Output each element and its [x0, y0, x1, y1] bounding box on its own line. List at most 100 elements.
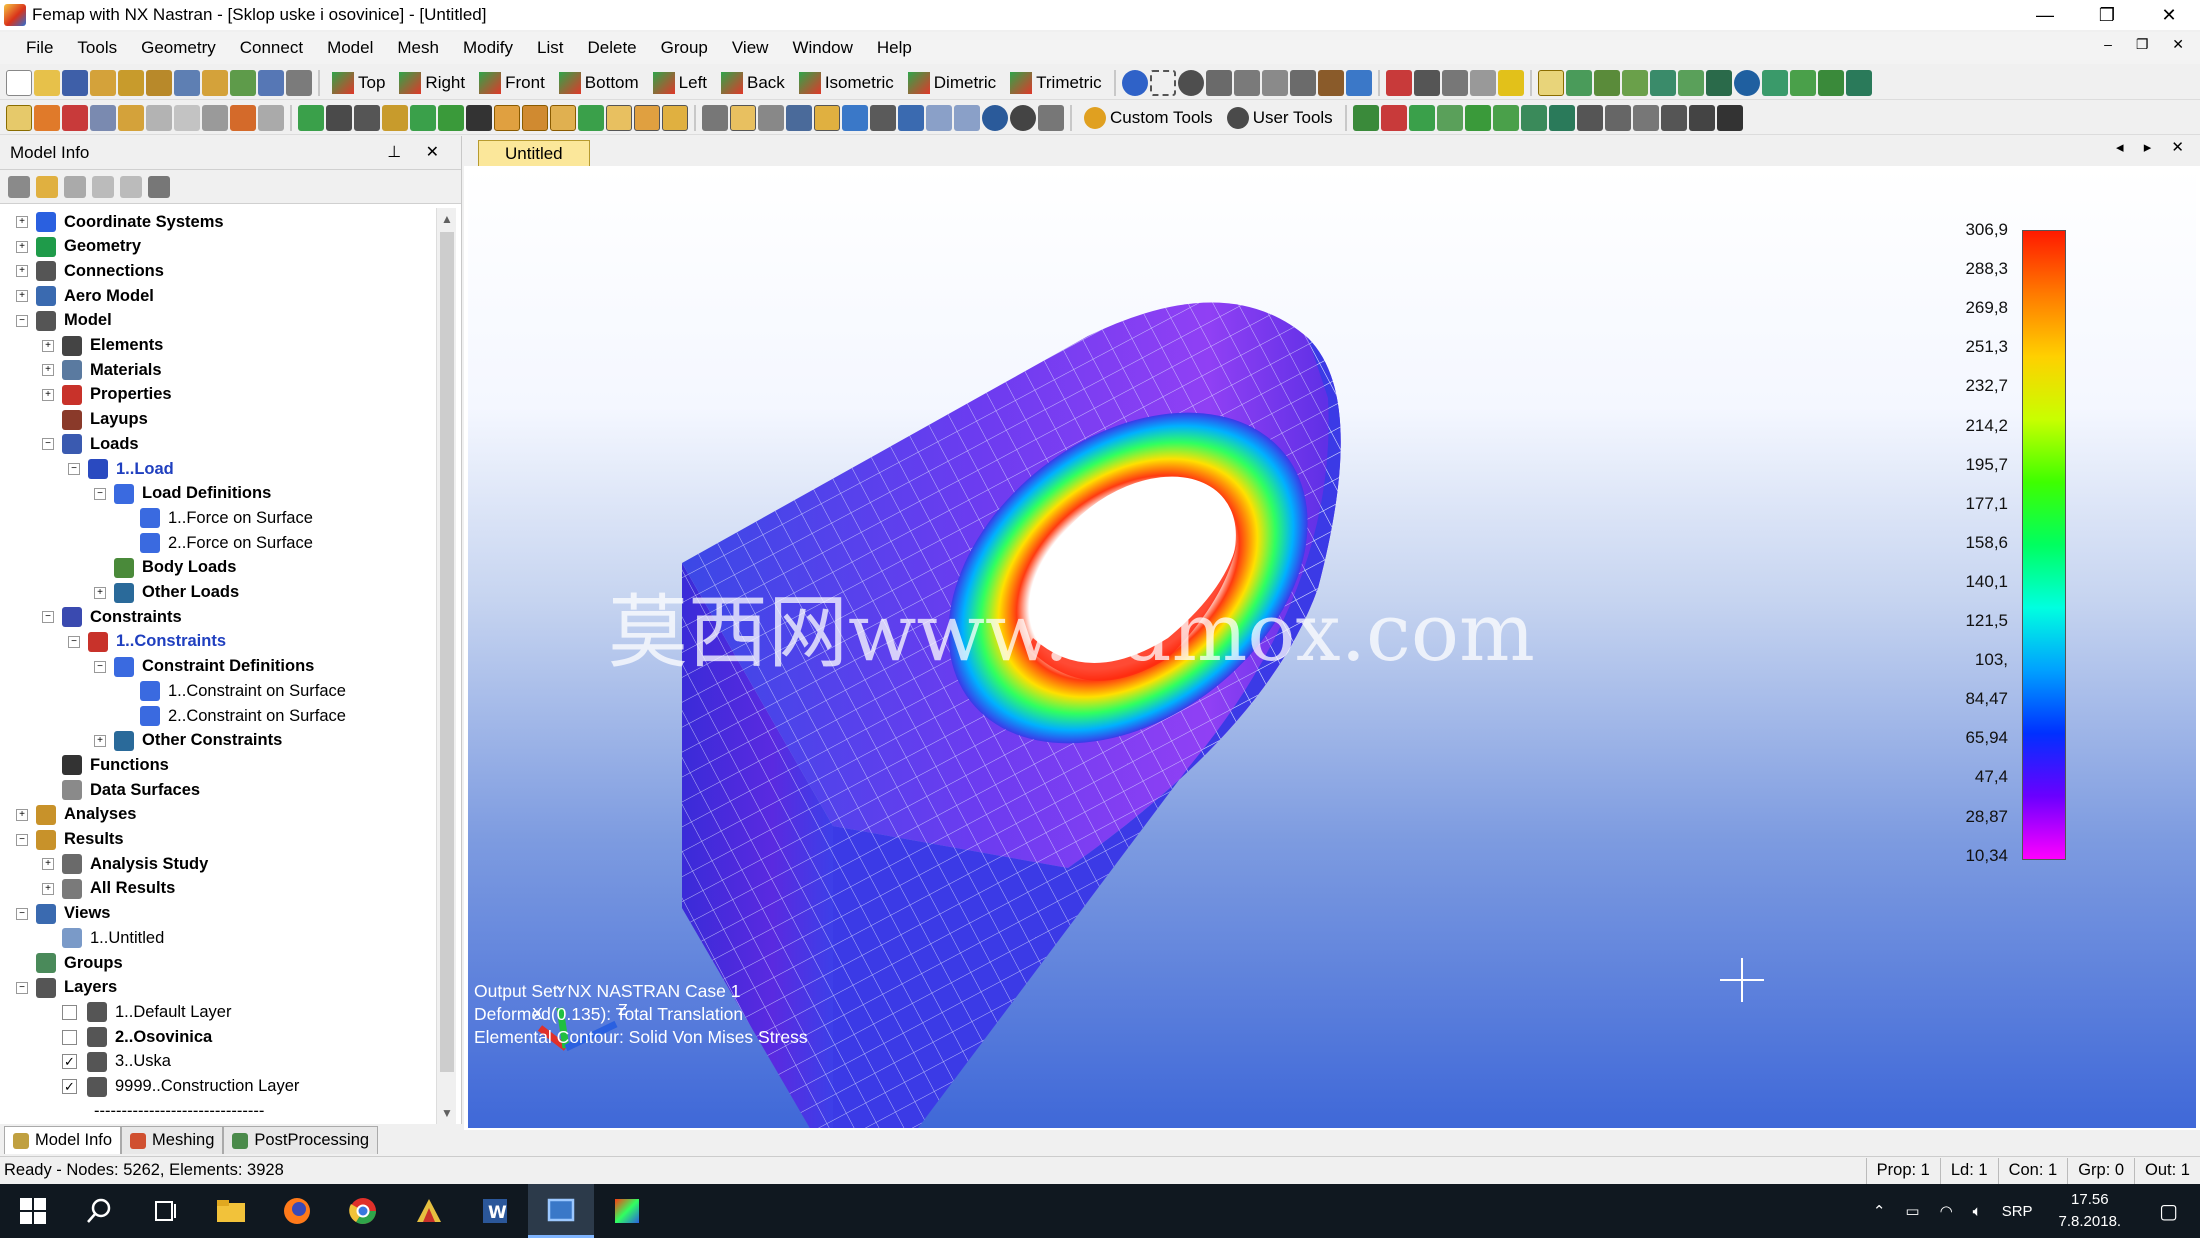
tree-item[interactable]: 1..Force on Surface	[120, 506, 313, 530]
tree-edit-icon[interactable]	[148, 175, 170, 198]
tree-item[interactable]: 2..Constraint on Surface	[120, 704, 346, 728]
scroll-thumb[interactable]	[440, 232, 454, 1072]
tree-item[interactable]: + Connections	[16, 259, 164, 283]
collapse-icon[interactable]: −	[42, 611, 54, 624]
status-load[interactable]: Ld: 1	[1939, 1157, 1998, 1184]
tree-item[interactable]: + Analyses	[16, 803, 136, 827]
snap-icon[interactable]	[1469, 69, 1496, 96]
tree-item[interactable]: + Materials	[42, 358, 162, 382]
open-file-icon[interactable]	[34, 69, 60, 96]
cursor-icon[interactable]	[1413, 69, 1440, 96]
tool-k-icon[interactable]	[1632, 104, 1659, 131]
tool-c-icon[interactable]	[1408, 104, 1435, 131]
tree-item[interactable]: − Loads	[42, 432, 139, 456]
add-icon[interactable]	[1497, 69, 1524, 96]
menu-connect[interactable]: Connect	[228, 38, 315, 58]
language-indicator[interactable]: SRP	[1992, 1203, 2043, 1220]
redraw-icon[interactable]	[326, 104, 352, 131]
print-icon[interactable]	[286, 69, 312, 96]
probe-icon[interactable]	[1761, 69, 1788, 96]
start-icon[interactable]	[0, 1184, 66, 1238]
menu-tools[interactable]: Tools	[65, 38, 129, 58]
view-isometric-button[interactable]: Isometric	[793, 71, 900, 94]
menu-delete[interactable]: Delete	[576, 38, 649, 58]
tree-item[interactable]: − Load Definitions	[94, 482, 271, 506]
tree-move-icon[interactable]	[92, 175, 114, 198]
save-icon[interactable]	[62, 69, 88, 96]
tool-b-icon[interactable]	[1380, 104, 1407, 131]
view-right-button[interactable]: Right	[393, 71, 471, 94]
chart-icon[interactable]	[1817, 69, 1844, 96]
tool-n-icon[interactable]	[1716, 104, 1743, 131]
collapse-icon[interactable]: −	[94, 660, 106, 673]
expand-icon[interactable]: +	[16, 290, 28, 303]
menu-window[interactable]: Window	[780, 38, 864, 58]
collapse-icon[interactable]: −	[68, 635, 80, 648]
layers-tool-icon[interactable]	[1261, 69, 1288, 96]
tree-item[interactable]: + All Results	[42, 877, 175, 901]
copy-icon[interactable]	[118, 69, 144, 96]
tool-d-icon[interactable]	[1436, 104, 1463, 131]
status-output[interactable]: Out: 1	[2134, 1157, 2200, 1184]
tree-item[interactable]: ✓ 3..Uska	[42, 1050, 171, 1074]
new-file-icon[interactable]	[6, 69, 32, 96]
legend-icon[interactable]	[1845, 69, 1872, 96]
tree-item[interactable]: + Elements	[42, 334, 163, 358]
tool-h-icon[interactable]	[1548, 104, 1575, 131]
align2-icon[interactable]	[730, 104, 756, 131]
table-icon[interactable]	[202, 69, 228, 96]
layout-icon[interactable]	[230, 69, 256, 96]
view-tab-controls[interactable]: ◂ ▸ ✕	[2116, 138, 2192, 156]
tree-item[interactable]: − 1..Constraints	[68, 630, 226, 654]
tree-item[interactable]: − Model	[16, 309, 112, 333]
expand-icon[interactable]: +	[16, 216, 28, 228]
word-icon[interactable]: W	[462, 1184, 528, 1238]
collapse-icon[interactable]: −	[94, 487, 106, 500]
align-icon[interactable]	[702, 104, 728, 131]
menu-view[interactable]: View	[720, 38, 781, 58]
custom-tools-button[interactable]: Custom Tools	[1078, 106, 1219, 129]
list-icon[interactable]	[1205, 69, 1232, 96]
tree-item[interactable]: Data Surfaces	[42, 778, 200, 802]
expand-icon[interactable]: +	[94, 586, 106, 599]
tree-folder-icon[interactable]	[36, 175, 58, 198]
link-icon[interactable]	[90, 69, 116, 96]
task-view-icon[interactable]	[132, 1184, 198, 1238]
layer-visibility-checkbox[interactable]: ✓	[62, 1079, 77, 1094]
entity-editor-icon[interactable]	[34, 104, 60, 131]
femap-icon[interactable]	[396, 1184, 462, 1238]
status-prop[interactable]: Prop: 1	[1865, 1157, 1940, 1184]
search-icon[interactable]	[66, 1184, 132, 1238]
tab-model-info[interactable]: Model Info	[4, 1126, 122, 1154]
user-tools-button[interactable]: User Tools	[1221, 106, 1339, 129]
deform-icon[interactable]	[1565, 69, 1592, 96]
view-trimetric-button[interactable]: Trimetric	[1004, 71, 1107, 94]
mesh-icon[interactable]	[174, 69, 200, 96]
shade2-icon[interactable]	[522, 104, 548, 131]
mdi-controls[interactable]: – ❐ ✕	[2104, 36, 2194, 53]
status-constraint[interactable]: Con: 1	[1997, 1157, 2068, 1184]
collapse-icon[interactable]: −	[16, 314, 28, 327]
move-icon[interactable]	[382, 104, 408, 131]
beam-icon[interactable]	[1789, 69, 1816, 96]
expand-icon[interactable]: +	[42, 858, 54, 871]
expand-icon[interactable]: +	[16, 240, 28, 253]
tree-item[interactable]: + Coordinate Systems	[16, 210, 224, 234]
window-icon[interactable]	[258, 69, 284, 96]
scroll-up-icon[interactable]: ▲	[437, 212, 457, 226]
tool-m-icon[interactable]	[1688, 104, 1715, 131]
menu-model[interactable]: Model	[315, 38, 385, 58]
program-icon[interactable]	[174, 104, 200, 131]
render-icon[interactable]	[1289, 69, 1316, 96]
options-icon[interactable]	[1233, 69, 1260, 96]
view-back-button[interactable]: Back	[715, 71, 791, 94]
collapse-icon[interactable]: −	[16, 833, 28, 846]
tool-a-icon[interactable]	[1352, 104, 1379, 131]
box-icon[interactable]	[606, 104, 632, 131]
tree-item[interactable]: + Geometry	[16, 235, 141, 259]
menu-help[interactable]: Help	[865, 38, 924, 58]
collapse-icon[interactable]: −	[42, 438, 54, 451]
layer-visibility-checkbox[interactable]	[62, 1029, 77, 1045]
regenerate-icon[interactable]	[298, 104, 324, 131]
grid3-icon[interactable]	[870, 104, 896, 131]
